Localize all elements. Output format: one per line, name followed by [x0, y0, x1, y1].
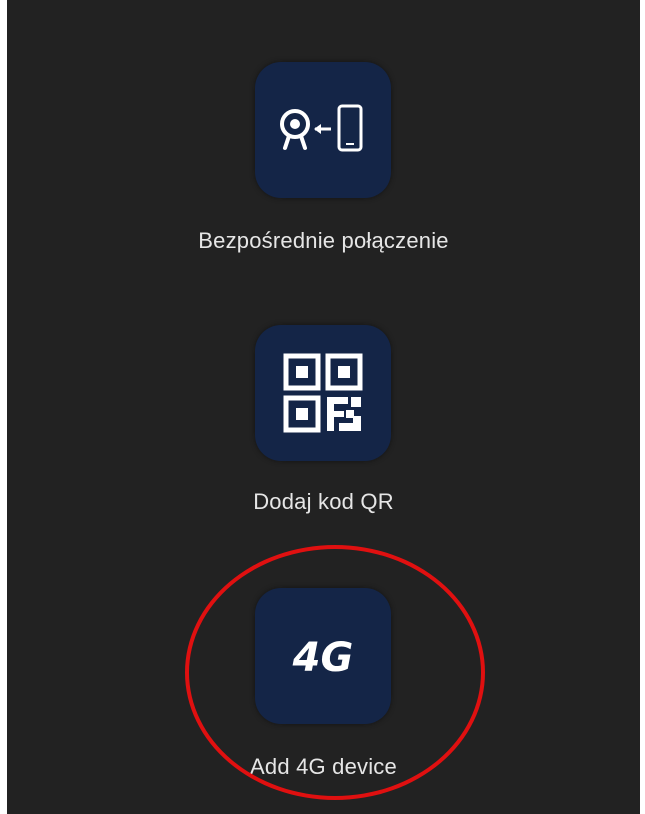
camera-to-phone-icon [280, 104, 363, 152]
direct-connection-tile[interactable] [255, 62, 391, 198]
add-4g-device-tile[interactable]: 4G [255, 588, 391, 724]
add-device-screen: Bezpośrednie połączenie Dodaj kod QR 4G … [7, 0, 640, 814]
4g-logo-text: 4G [292, 635, 354, 681]
qr-code-icon [283, 353, 363, 433]
direct-connection-label: Bezpośrednie połączenie [198, 228, 449, 253]
qr-code-tile[interactable] [255, 325, 391, 461]
4g-logo-icon: 4G [292, 635, 354, 681]
add-4g-device-label: Add 4G device [250, 754, 397, 779]
qr-code-label: Dodaj kod QR [253, 489, 394, 514]
